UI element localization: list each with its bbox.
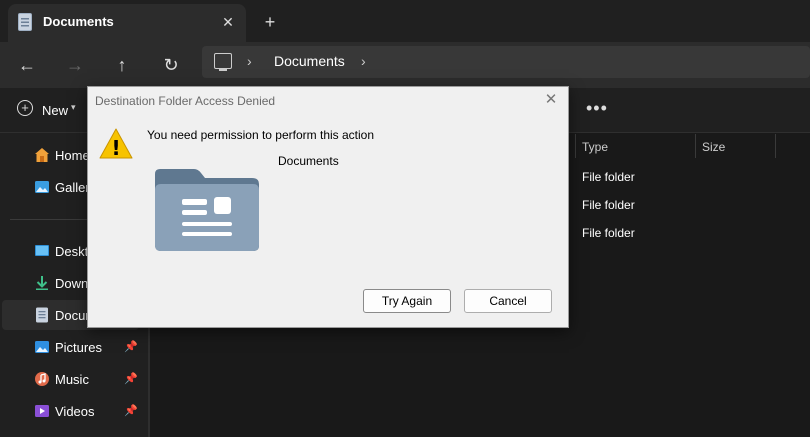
videos-icon — [35, 405, 49, 417]
folder-icon — [155, 169, 259, 251]
breadcrumb-chevron-icon[interactable]: › — [247, 53, 252, 69]
table-row[interactable]: File folder — [582, 198, 635, 212]
more-options-icon[interactable]: ••• — [586, 98, 608, 119]
new-tab-button[interactable]: + — [258, 10, 282, 34]
breadcrumb-chevron-icon[interactable]: › — [361, 53, 366, 69]
pin-icon[interactable]: 📌 — [124, 404, 138, 417]
breadcrumb-documents[interactable]: Documents — [274, 53, 345, 69]
sidebar-item-label: Downloads — [55, 276, 90, 291]
pin-icon[interactable]: 📌 — [124, 340, 138, 353]
column-separator[interactable] — [575, 134, 576, 158]
pin-icon[interactable]: 📌 — [124, 372, 138, 385]
tab-title: Documents — [43, 14, 114, 29]
column-separator[interactable] — [775, 134, 776, 158]
dialog-folder-name: Documents — [278, 154, 339, 168]
sidebar-item-label: Music — [55, 372, 89, 387]
sidebar-item-label: Home — [55, 148, 90, 163]
gallery-icon — [35, 181, 49, 193]
dialog-message: You need permission to perform this acti… — [147, 128, 375, 142]
column-header-type[interactable]: Type — [582, 140, 608, 154]
sidebar-item-label: Pictures — [55, 340, 102, 355]
tab-close-icon[interactable]: ✕ — [216, 10, 240, 34]
column-separator[interactable] — [695, 134, 696, 158]
home-icon — [35, 148, 49, 162]
pictures-icon — [35, 341, 49, 353]
documents-icon — [18, 13, 32, 31]
tab-documents[interactable]: Documents ✕ — [8, 4, 246, 42]
sidebar-item-label: Documents — [55, 308, 87, 323]
sidebar-item-music[interactable]: Music 📌 — [0, 364, 140, 394]
table-row[interactable]: File folder — [582, 226, 635, 240]
computer-icon[interactable] — [214, 53, 232, 69]
plus-circle-icon[interactable]: + — [17, 100, 33, 116]
new-button[interactable]: New — [42, 103, 68, 118]
forward-button[interactable]: → — [60, 50, 90, 80]
computer-icon-stand — [219, 69, 227, 71]
music-icon — [35, 372, 49, 386]
sidebar-item-pictures[interactable]: Pictures 📌 — [0, 332, 140, 362]
documents-icon — [36, 307, 48, 323]
up-button[interactable]: ↑ — [107, 50, 137, 80]
table-row[interactable]: File folder — [582, 170, 635, 184]
sidebar-item-label: Desktop — [55, 244, 90, 259]
cancel-button[interactable]: Cancel — [464, 289, 552, 313]
column-header-size[interactable]: Size — [702, 140, 725, 154]
sidebar-item-videos[interactable]: Videos 📌 — [0, 396, 140, 426]
close-icon[interactable]: ✕ — [541, 90, 561, 110]
back-button[interactable]: ← — [12, 50, 42, 80]
dialog-title: Destination Folder Access Denied — [95, 94, 276, 108]
chevron-down-icon[interactable]: ▾ — [71, 102, 76, 113]
download-icon — [36, 276, 48, 290]
desktop-icon — [35, 245, 49, 256]
try-again-button[interactable]: Try Again — [363, 289, 451, 313]
refresh-button[interactable]: ↻ — [156, 50, 186, 80]
sidebar-item-label: Videos — [55, 404, 95, 419]
warning-icon: ! — [99, 128, 133, 160]
warning-glyph: ! — [111, 136, 120, 160]
